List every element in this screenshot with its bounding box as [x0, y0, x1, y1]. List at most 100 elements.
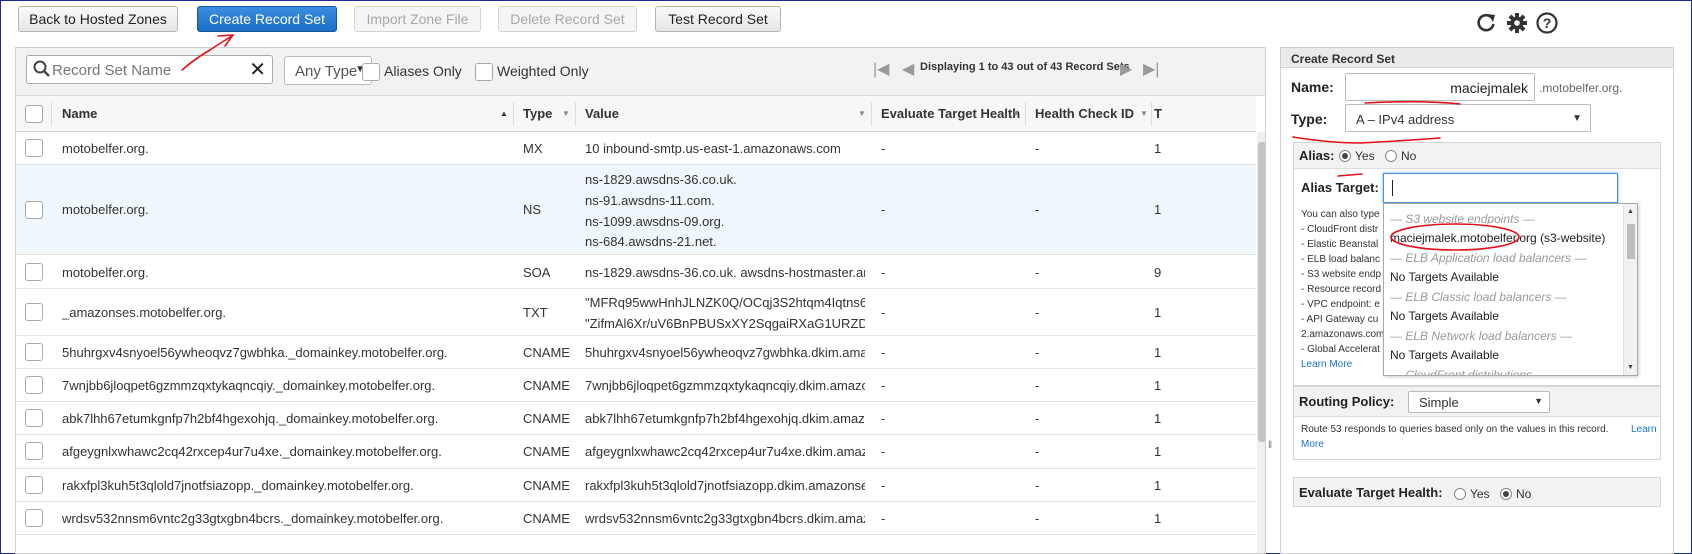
- help-icon[interactable]: ?: [1536, 12, 1558, 34]
- record-ttl: 1: [1154, 202, 1162, 217]
- scroll-down-icon[interactable]: ▼: [1627, 364, 1634, 371]
- eth-no-radio[interactable]: [1500, 488, 1512, 500]
- record-hc: -: [1035, 141, 1040, 156]
- clear-icon[interactable]: ✕: [249, 57, 266, 82]
- table-row[interactable]: 7wnjbb6jloqpet6gzmmzqxtykaqncqiy._domain…: [16, 369, 1256, 402]
- col-health-check-id[interactable]: Health Check ID: [1035, 106, 1134, 121]
- record-hc: -: [1035, 345, 1040, 360]
- refresh-icon[interactable]: [1475, 12, 1497, 34]
- routing-help-text: Route 53 responds to queries based only …: [1301, 424, 1609, 435]
- routing-learn-more-link[interactable]: More: [1301, 439, 1324, 450]
- table-row[interactable]: afgeygnlxwhawc2cq42rxcep4ur7u4xe._domain…: [16, 435, 1256, 469]
- dropdown-group-header: — ELB Application load balancers —: [1390, 251, 1587, 265]
- col-type[interactable]: Type: [523, 106, 552, 121]
- chevron-down-icon[interactable]: ▼: [858, 109, 866, 118]
- col-evaluate-target-health[interactable]: Evaluate Target Health: [881, 106, 1020, 121]
- record-name: 5huhrgxv4snyoel56ywheoqvz7gwbhka._domain…: [62, 345, 448, 360]
- row-checkbox[interactable]: [25, 201, 43, 219]
- routing-policy-section: Routing Policy: Simple ▼ Route 53 respon…: [1293, 386, 1661, 460]
- select-all-checkbox[interactable]: [25, 105, 43, 123]
- help-text: - ELB load balanc: [1301, 254, 1380, 265]
- table-row[interactable]: wrdsv532nnsm6vntc2g33gtxgbn4bcrs._domain…: [16, 502, 1256, 535]
- col-ttl[interactable]: T: [1154, 106, 1162, 121]
- eth-no-label: No: [1516, 487, 1532, 501]
- type-filter-select[interactable]: Any Type ▼: [284, 56, 372, 85]
- row-checkbox[interactable]: [25, 409, 43, 427]
- alias-target-dropdown[interactable]: — S3 website endpoints — maciejmalek.mot…: [1383, 203, 1638, 376]
- first-page-icon[interactable]: |◀: [873, 59, 889, 79]
- dropdown-option[interactable]: No Targets Available: [1390, 270, 1499, 284]
- row-checkbox[interactable]: [25, 139, 43, 157]
- next-page-icon[interactable]: ▶: [1120, 59, 1132, 79]
- record-value: ns-91.awsdns-11.com.: [585, 193, 715, 208]
- aliases-only-checkbox[interactable]: [362, 63, 380, 81]
- record-value: 5huhrgxv4snyoel56ywheoqvz7gwbhka.dkim.am…: [585, 345, 865, 360]
- record-name: 7wnjbb6jloqpet6gzmmzqxtykaqncqiy._domain…: [62, 378, 436, 393]
- gear-icon[interactable]: [1506, 12, 1528, 34]
- table-row[interactable]: 5huhrgxv4snyoel56ywheoqvz7gwbhka._domain…: [16, 336, 1256, 369]
- dropdown-option[interactable]: maciejmalek.motobelfer.org (s3-website): [1390, 231, 1605, 245]
- learn-more-link[interactable]: Learn More: [1301, 359, 1352, 370]
- delete-record-set-button[interactable]: Delete Record Set: [498, 6, 637, 32]
- help-text: - S3 website endp: [1301, 269, 1382, 280]
- row-checkbox[interactable]: [25, 442, 43, 460]
- record-value: "MFRq95wwHnhJLNZK0Q/OCqj3S2htqm4Iqtns6HD: [585, 295, 865, 310]
- dropdown-option[interactable]: No Targets Available: [1390, 348, 1499, 362]
- type-select[interactable]: A – IPv4 address ▼: [1345, 104, 1591, 132]
- last-page-icon[interactable]: ▶|: [1143, 59, 1159, 79]
- table-row[interactable]: motobelfer.org. NS ns-1829.awsdns-36.co.…: [16, 165, 1256, 255]
- row-checkbox[interactable]: [25, 303, 43, 321]
- weighted-only-checkbox[interactable]: [475, 63, 493, 81]
- col-value[interactable]: Value: [585, 106, 619, 121]
- table-row[interactable]: motobelfer.org. SOA ns-1829.awsdns-36.co…: [16, 255, 1256, 289]
- prev-page-icon[interactable]: ◀: [902, 59, 914, 79]
- record-ttl: 1: [1154, 511, 1162, 526]
- record-hc: -: [1035, 378, 1040, 393]
- chevron-down-icon[interactable]: ▼: [1012, 109, 1020, 118]
- record-hc: -: [1035, 305, 1040, 320]
- row-checkbox[interactable]: [25, 376, 43, 394]
- row-checkbox[interactable]: [25, 263, 43, 281]
- search-input[interactable]: [52, 60, 242, 80]
- svg-text:?: ?: [1543, 15, 1552, 31]
- alias-yes-radio[interactable]: [1339, 150, 1351, 162]
- chevron-down-icon[interactable]: ▼: [562, 109, 570, 118]
- table-row[interactable]: rakxfpl3kuh5t3qlold7jnotfsiazopp._domain…: [16, 469, 1256, 502]
- record-eth: -: [881, 345, 886, 360]
- dropdown-option[interactable]: No Targets Available: [1390, 309, 1499, 323]
- record-value: ns-1829.awsdns-36.co.uk. awsdns-hostmast…: [585, 265, 865, 280]
- record-hc: -: [1035, 265, 1040, 280]
- type-label: Type:: [1291, 111, 1328, 127]
- routing-learn-more-link[interactable]: Learn: [1631, 424, 1657, 435]
- routing-policy-select[interactable]: Simple ▼: [1408, 391, 1550, 413]
- row-checkbox[interactable]: [25, 343, 43, 361]
- record-type: SOA: [523, 265, 551, 280]
- table-row[interactable]: _amazonses.motobelfer.org. TXT "MFRq95ww…: [16, 289, 1256, 336]
- record-name: motobelfer.org.: [62, 265, 149, 280]
- alias-label: Alias:: [1299, 148, 1335, 163]
- alias-no-radio[interactable]: [1385, 150, 1397, 162]
- alias-target-input[interactable]: [1383, 173, 1618, 203]
- row-checkbox[interactable]: [25, 509, 43, 527]
- record-hc: -: [1035, 411, 1040, 426]
- name-field[interactable]: maciejmalek: [1345, 73, 1535, 101]
- chevron-down-icon[interactable]: ▼: [1140, 109, 1148, 118]
- import-zone-file-button[interactable]: Import Zone File: [354, 6, 481, 32]
- create-record-set-button[interactable]: Create Record Set: [197, 6, 337, 32]
- table-row[interactable]: motobelfer.org. MX 10 inbound-smtp.us-ea…: [16, 132, 1256, 165]
- scroll-up-icon[interactable]: ▲: [1627, 208, 1634, 215]
- panel-splitter-handle[interactable]: ‖: [1268, 440, 1272, 451]
- col-name[interactable]: Name: [62, 106, 97, 121]
- dropdown-scrollbar[interactable]: ▲ ▼: [1623, 204, 1637, 375]
- sort-asc-icon[interactable]: ▲: [500, 109, 508, 118]
- routing-policy-value: Simple: [1419, 395, 1459, 410]
- table-row[interactable]: abk7lhh67etumkgnfp7h2bf4hgexohjq._domain…: [16, 402, 1256, 435]
- row-checkbox[interactable]: [25, 476, 43, 494]
- table-scrollbar[interactable]: [1257, 132, 1265, 553]
- search-box[interactable]: ✕: [26, 55, 273, 84]
- eth-yes-radio[interactable]: [1454, 488, 1466, 500]
- table-header: Name ▲ Type ▼ Value ▼ Evaluate Target He…: [16, 96, 1256, 132]
- record-eth: -: [881, 305, 886, 320]
- test-record-set-button[interactable]: Test Record Set: [655, 6, 781, 32]
- back-to-hosted-zones-button[interactable]: Back to Hosted Zones: [18, 6, 178, 32]
